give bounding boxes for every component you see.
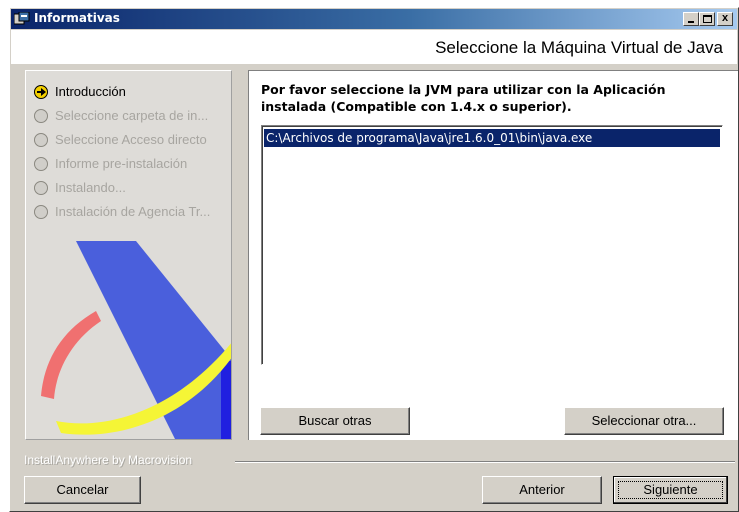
step-instalacion-agencia: Instalación de Agencia Tr... (34, 203, 231, 227)
arrow-bullet-icon (34, 85, 48, 99)
steps-panel: Introducción Seleccione carpeta de in...… (25, 70, 232, 440)
search-other-button[interactable]: Buscar otras (260, 407, 410, 435)
previous-button[interactable]: Anterior (482, 476, 602, 504)
installer-brand: InstallAnywhere by Macrovision (24, 453, 193, 467)
step-label: Instalación de Agencia Tr... (55, 204, 211, 219)
step-label: Introducción (55, 84, 126, 99)
step-acceso-directo: Seleccione Acceso directo (34, 131, 231, 155)
footer-divider (235, 461, 735, 463)
maximize-button[interactable] (699, 12, 715, 26)
select-other-button[interactable]: Seleccionar otra... (564, 407, 724, 435)
step-seleccione-carpeta: Seleccione carpeta de in... (34, 107, 231, 131)
jvm-listbox[interactable]: C:\Archivos de programa\Java\jre1.6.0_01… (261, 125, 723, 365)
close-button[interactable]: x (717, 12, 733, 26)
minimize-icon (688, 21, 694, 23)
page-header: Seleccione la Máquina Virtual de Java (11, 30, 737, 64)
step-instalando: Instalando... (34, 179, 231, 203)
step-label: Seleccione Acceso directo (55, 132, 207, 147)
app-icon (14, 12, 30, 25)
circle-bullet-icon (34, 133, 48, 147)
jvm-list-item[interactable]: C:\Archivos de programa\Java\jre1.6.0_01… (264, 129, 720, 147)
maximize-icon (703, 15, 712, 23)
circle-bullet-icon (34, 157, 48, 171)
step-label: Seleccione carpeta de in... (55, 108, 209, 123)
step-label: Instalando... (55, 180, 126, 195)
circle-bullet-icon (34, 181, 48, 195)
step-introduccion: Introducción (34, 83, 231, 107)
next-button-label: Siguiente (643, 482, 698, 497)
steps-list: Introducción Seleccione carpeta de in...… (34, 83, 231, 227)
minimize-button[interactable] (683, 12, 699, 26)
title-bar[interactable]: Informativas x (11, 9, 737, 29)
circle-bullet-icon (34, 109, 48, 123)
cancel-button[interactable]: Cancelar (24, 476, 141, 504)
window-title: Informativas (34, 11, 120, 25)
instruction-text: Por favor seleccione la JVM para utiliza… (261, 82, 666, 114)
page-title: Seleccione la Máquina Virtual de Java (435, 38, 723, 57)
step-informe-pre-instalacion: Informe pre-instalación (34, 155, 231, 179)
content-panel: Por favor seleccione la JVM para utiliza… (248, 70, 738, 440)
step-label: Informe pre-instalación (55, 156, 188, 171)
circle-bullet-icon (34, 205, 48, 219)
installer-window: Informativas x Seleccione la Máquina Vir… (9, 7, 739, 512)
close-icon: x (721, 12, 729, 24)
next-button[interactable]: Siguiente (613, 476, 728, 504)
